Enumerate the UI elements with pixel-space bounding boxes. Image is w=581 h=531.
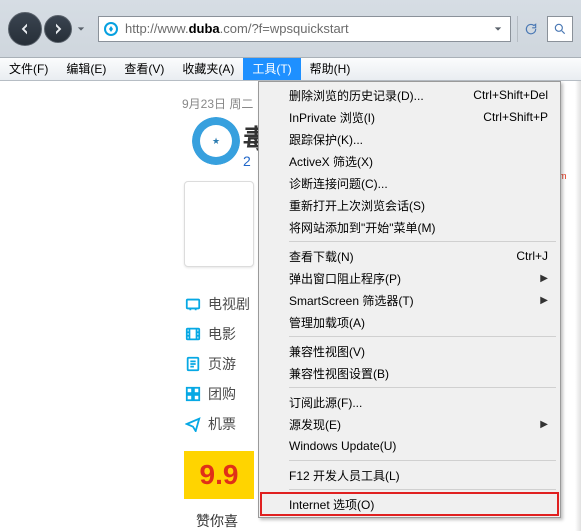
category-link-label: 电视剧 [208, 294, 250, 314]
menu-item-label: 诊断连接问题(C)... [289, 175, 548, 192]
headline-sub: 2 [243, 153, 251, 169]
menu-item-shortcut: Ctrl+J [516, 249, 548, 263]
category-link-label: 团购 [208, 384, 236, 404]
menu-separator [289, 489, 556, 490]
menu-item[interactable]: 管理加载项(A) [261, 311, 558, 333]
back-button[interactable] [8, 12, 42, 46]
film-icon [184, 325, 202, 343]
plane-icon [184, 415, 202, 433]
menu-file[interactable]: 文件(F) [0, 58, 57, 80]
menu-item[interactable]: 订阅此源(F)... [261, 391, 558, 413]
menu-item-label: Windows Update(U) [289, 439, 548, 453]
promo-price[interactable]: 9.9 [184, 451, 254, 499]
address-bar[interactable]: http://www.duba.com/?f=wpsquickstart [98, 16, 511, 42]
site-favicon [103, 21, 119, 37]
category-link-label: 电影 [208, 324, 236, 344]
menu-separator [289, 460, 556, 461]
page-content: 9月23日 周二 ★ 毒 2 电视剧电影页游团购机票 9.9 赞你喜 Windo… [0, 81, 581, 531]
feature-card[interactable] [184, 181, 254, 267]
menu-item-label: 查看下载(N) [289, 248, 516, 265]
page-date: 9月23日 周二 [182, 95, 253, 112]
menu-view[interactable]: 查看(V) [115, 58, 173, 80]
menu-item-label: Internet 选项(O) [289, 496, 548, 513]
tv-icon [184, 295, 202, 313]
menu-bar: 文件(F) 编辑(E) 查看(V) 收藏夹(A) 工具(T) 帮助(H) [0, 58, 581, 81]
menu-item[interactable]: 源发现(E)▶ [261, 413, 558, 435]
menu-item[interactable]: ActiveX 筛选(X) [261, 150, 558, 172]
browser-titlebar: http://www.duba.com/?f=wpsquickstart [0, 0, 581, 58]
tools-dropdown-menu: 删除浏览的历史记录(D)...Ctrl+Shift+DelInPrivate 浏… [258, 81, 561, 518]
category-link[interactable]: 机票 [184, 409, 250, 439]
category-link-label: 页游 [208, 354, 236, 374]
menu-item[interactable]: 重新打开上次浏览会话(S) [261, 194, 558, 216]
menu-item[interactable]: 删除浏览的历史记录(D)...Ctrl+Shift+Del [261, 84, 558, 106]
menu-item-label: 弹出窗口阻止程序(P) [289, 270, 540, 287]
menu-item[interactable]: InPrivate 浏览(I)Ctrl+Shift+P [261, 106, 558, 128]
group-icon [184, 385, 202, 403]
menu-tools[interactable]: 工具(T) [243, 58, 300, 80]
menu-item[interactable]: 诊断连接问题(C)... [261, 172, 558, 194]
address-url: http://www.duba.com/?f=wpsquickstart [125, 21, 490, 36]
category-link[interactable]: 电视剧 [184, 289, 250, 319]
category-link[interactable]: 电影 [184, 319, 250, 349]
menu-separator [289, 387, 556, 388]
menu-item-shortcut: Ctrl+Shift+Del [473, 88, 548, 102]
menu-item[interactable]: 跟踪保护(K)... [261, 128, 558, 150]
menu-separator [289, 241, 556, 242]
category-link-label: 机票 [208, 414, 236, 434]
category-links: 电视剧电影页游团购机票 [184, 289, 250, 439]
menu-item-label: ActiveX 筛选(X) [289, 153, 548, 170]
menu-item-label: 兼容性视图(V) [289, 343, 548, 360]
menu-item-label: 将网站添加到"开始"菜单(M) [289, 219, 548, 236]
menu-edit[interactable]: 编辑(E) [57, 58, 115, 80]
submenu-arrow-icon: ▶ [540, 419, 548, 430]
category-link[interactable]: 团购 [184, 379, 250, 409]
menu-item-label: F12 开发人员工具(L) [289, 467, 548, 484]
menu-item[interactable]: 将网站添加到"开始"菜单(M) [261, 216, 558, 238]
forward-button[interactable] [44, 15, 72, 43]
refresh-button[interactable] [517, 16, 543, 42]
menu-item-label: 订阅此源(F)... [289, 394, 548, 411]
menu-item-label: 删除浏览的历史记录(D)... [289, 87, 473, 104]
menu-item[interactable]: 兼容性视图(V) [261, 340, 558, 362]
menu-item-label: SmartScreen 筛选器(T) [289, 292, 540, 309]
menu-item-label: 跟踪保护(K)... [289, 131, 548, 148]
menu-help[interactable]: 帮助(H) [301, 58, 360, 80]
event-badge: ★ [192, 117, 240, 165]
menu-item[interactable]: 弹出窗口阻止程序(P)▶ [261, 267, 558, 289]
menu-favorites[interactable]: 收藏夹(A) [173, 58, 243, 80]
category-link[interactable]: 页游 [184, 349, 250, 379]
menu-item[interactable]: Internet 选项(O) [261, 493, 558, 515]
menu-item[interactable]: 兼容性视图设置(B) [261, 362, 558, 384]
menu-item[interactable]: Windows Update(U) [261, 435, 558, 457]
menu-item[interactable]: SmartScreen 筛选器(T)▶ [261, 289, 558, 311]
page-icon [184, 355, 202, 373]
menu-item-label: 管理加载项(A) [289, 314, 548, 331]
menu-item-label: InPrivate 浏览(I) [289, 109, 483, 126]
menu-separator [289, 336, 556, 337]
menu-item-label: 重新打开上次浏览会话(S) [289, 197, 548, 214]
menu-item[interactable]: 查看下载(N)Ctrl+J [261, 245, 558, 267]
nav-history-dropdown[interactable] [74, 12, 88, 46]
menu-item-label: 兼容性视图设置(B) [289, 365, 548, 382]
submenu-arrow-icon: ▶ [540, 295, 548, 306]
submenu-arrow-icon: ▶ [540, 273, 548, 284]
search-button[interactable] [547, 16, 573, 42]
menu-item-label: 源发现(E) [289, 416, 540, 433]
menu-item[interactable]: F12 开发人员工具(L) [261, 464, 558, 486]
praise-text: 赞你喜 [196, 511, 238, 531]
menu-item-shortcut: Ctrl+Shift+P [483, 110, 548, 124]
address-dropdown-icon[interactable] [490, 20, 506, 38]
